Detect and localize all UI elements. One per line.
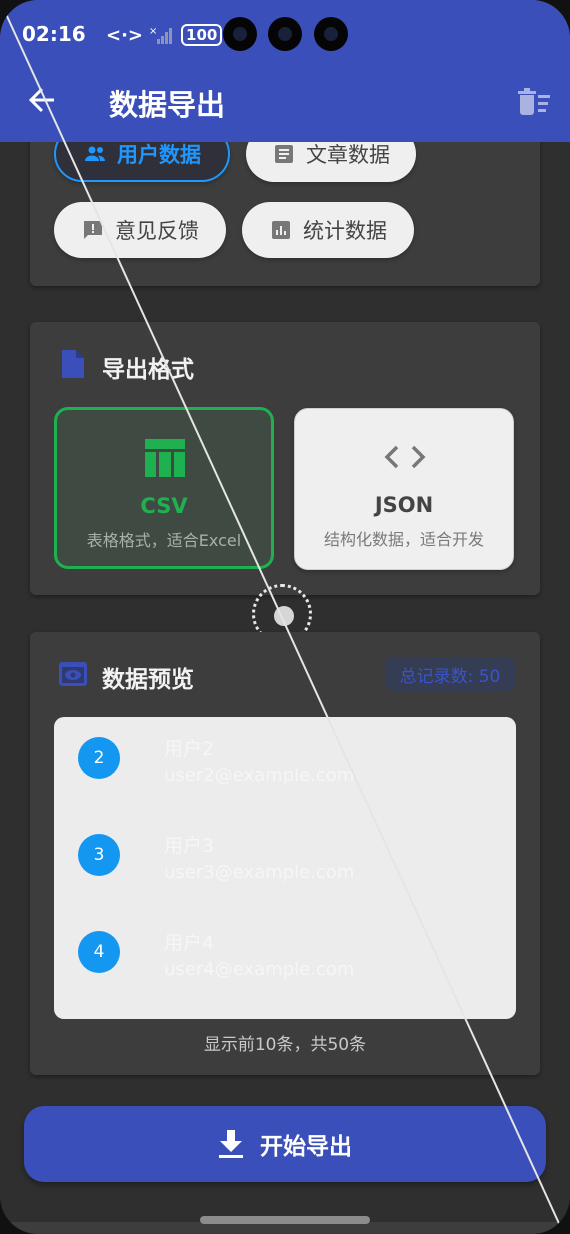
status-time: 02:16 [22, 22, 86, 46]
back-arrow-icon[interactable] [26, 84, 58, 116]
format-option-csv[interactable]: CSV 表格格式，适合Excel [54, 407, 274, 569]
signal-x-label: × [149, 26, 157, 37]
chip-label: 文章数据 [306, 143, 390, 167]
format-name-csv: CSV [140, 494, 188, 518]
chip-label: 用户数据 [117, 143, 201, 167]
data-preview-card: 数据预览 总记录数: 50 2 用户2 user2@example.com 3 … [30, 632, 540, 1075]
front-camera-icon [314, 17, 348, 51]
preview-footer: 显示前10条，共50条 [203, 1035, 367, 1055]
row-index-badge: 3 [78, 834, 120, 876]
row-email: user2@example.com [164, 765, 355, 786]
network-code-icon: <·> [106, 24, 144, 46]
people-icon [85, 146, 105, 161]
row-name: 用户2 [164, 738, 215, 760]
format-name-json: JSON [374, 493, 434, 517]
export-button-label: 开始导出 [260, 1134, 352, 1160]
signal-icon: × [149, 26, 173, 44]
battery-indicator: 100 [181, 24, 223, 46]
export-format-card: 导出格式 CSV 表格格式，适合Excel JSON 结构化数据，适合开发 [30, 322, 540, 595]
chip-label: 意见反馈 [115, 219, 199, 243]
row-index-badge: 2 [78, 737, 120, 779]
home-indicator[interactable] [200, 1216, 370, 1224]
preview-list[interactable]: 2 用户2 user2@example.com 3 用户3 user3@exam… [54, 717, 516, 1019]
list-item: 4 用户4 user4@example.com [54, 911, 516, 1007]
start-export-button[interactable]: 开始导出 [24, 1106, 546, 1182]
row-name: 用户4 [164, 932, 215, 954]
code-icon [384, 445, 426, 469]
list-item: 2 用户2 user2@example.com [54, 717, 516, 813]
format-desc-csv: 表格格式，适合Excel [86, 531, 242, 550]
front-camera-icon [223, 17, 257, 51]
row-email: user4@example.com [164, 959, 355, 980]
row-email: user3@example.com [164, 862, 355, 883]
article-icon [275, 145, 293, 163]
row-name: 用户3 [164, 835, 215, 857]
data-type-card: 用户数据 文章数据 意见反馈 统计数据 [30, 118, 540, 286]
front-camera-icon [268, 17, 302, 51]
chip-label: 统计数据 [303, 219, 387, 243]
page-title: 数据导出 [109, 88, 226, 122]
feedback-icon [84, 221, 102, 239]
table-icon [145, 439, 185, 477]
preview-eye-icon [59, 662, 87, 686]
bar-chart-icon [272, 221, 290, 239]
chip-feedback[interactable]: 意见反馈 [54, 202, 226, 258]
format-desc-json: 结构化数据，适合开发 [323, 530, 484, 549]
file-icon [62, 350, 84, 378]
app-bar: 02:16 <·> × 100 数据导出 [0, 0, 570, 142]
format-option-json[interactable]: JSON 结构化数据，适合开发 [294, 408, 514, 570]
phone-screen: 02:16 <·> × 100 数据导出 用户数据 文章数据 意见反馈 统计数据… [0, 0, 570, 1234]
section-title-format: 导出格式 [102, 357, 194, 383]
download-icon [219, 1130, 243, 1158]
status-icons: <·> × 100 [106, 20, 223, 50]
delete-sweep-icon[interactable] [517, 88, 551, 116]
row-index-badge: 4 [78, 931, 120, 973]
list-item: 3 用户3 user3@example.com [54, 814, 516, 910]
record-count-badge: 总记录数: 50 [385, 657, 515, 691]
section-title-preview: 数据预览 [102, 667, 194, 693]
chip-statistics[interactable]: 统计数据 [242, 202, 414, 258]
